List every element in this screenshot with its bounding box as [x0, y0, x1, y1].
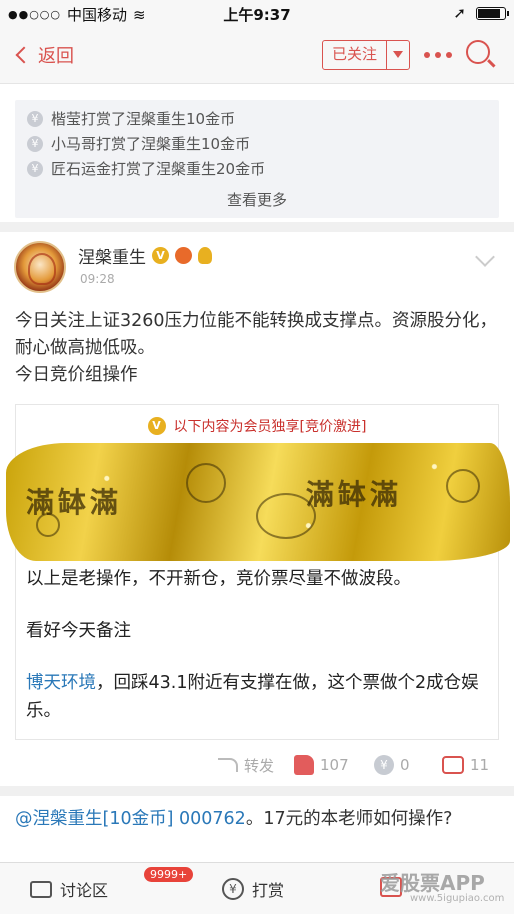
scrolled-action-row: ▔▔▔ ▔▔▔ ▔▔ ▔▔▔ [240, 84, 468, 92]
banner-decoration: 滿缽滿 [306, 478, 403, 511]
chat-icon [30, 880, 52, 898]
list-item: ¥ 匠石运金打赏了涅槃重生20金币 [27, 156, 499, 181]
back-label: 返回 [38, 46, 74, 67]
vip-text: 看好今天备注 [26, 621, 131, 641]
count-badge: 9999+ [144, 867, 194, 882]
more-icon [424, 52, 430, 58]
rewards-list: ¥ 楷莹打赏了涅槃重生10金币 ¥ 小马哥打赏了涅槃重生10金币 ¥ 匠石运金打… [15, 100, 499, 218]
vip-content-card: V 以下内容为会员独享[竞价激进] 滿缽滿 滿缽滿 以上是老操作，不开新仓，竞价… [6, 404, 510, 740]
share-icon [218, 758, 238, 772]
more-options-button[interactable] [424, 52, 452, 58]
chevron-left-icon [15, 46, 33, 64]
rank-badge-icon [175, 247, 192, 264]
tab-reward[interactable]: ¥ 打赏 [222, 877, 284, 901]
watermark: 爱股票APP [380, 871, 485, 895]
tab-discussion[interactable]: 讨论区 9999+ [30, 867, 194, 901]
bottom-tab-bar: 讨论区 9999+ ¥ 打赏 爱股票APP www.5igupiao.com [0, 862, 514, 914]
medal-badge-icon [198, 247, 212, 264]
vip-notice: V 以下内容为会员独享[竞价激进] [16, 405, 498, 447]
comment-text: 。17元的本老师如何操作? [245, 809, 453, 829]
author-row: 涅槃重生 V [78, 243, 212, 268]
reward-text: 小马哥打赏了涅槃重生10金币 [51, 135, 251, 153]
post-text: 今日关注上证3260压力位能不能转换成支撑点。资源股分化，耐心做高抛低吸。 [15, 311, 498, 358]
coin-icon: ¥ [27, 135, 43, 152]
vip-text: 以上是老操作，不开新仓，竞价票尽量不做波段。 [26, 569, 411, 589]
list-item: ¥ 小马哥打赏了涅槃重生10金币 [27, 131, 499, 156]
avatar[interactable] [14, 241, 66, 293]
list-item: ¥ 楷莹打赏了涅槃重生10金币 [27, 106, 499, 131]
share-label: 转发 [244, 756, 275, 775]
post-time: 09:28 [80, 272, 115, 286]
battery-icon [476, 6, 509, 20]
back-button[interactable]: 返回 [14, 42, 74, 68]
gold-banner-image: 滿缽滿 滿缽滿 [6, 443, 510, 561]
reward-text: 楷莹打赏了涅槃重生10金币 [51, 110, 236, 128]
comment-item: @涅槃重生[10金币] 000762。17元的本老师如何操作? [15, 805, 505, 833]
coin-icon: ¥ [27, 110, 43, 127]
coin-count: 0 [400, 756, 410, 774]
coin-icon: ¥ [27, 160, 43, 177]
nav-bar: 返回 已关注 [0, 26, 514, 84]
post-text: 今日竞价组操作 [15, 365, 138, 385]
comment-icon [442, 756, 464, 774]
watermark-url: www.5igupiao.com [410, 893, 505, 904]
tab-label: 讨论区 [60, 881, 109, 900]
reward-text: 匠石运金打赏了涅槃重生20金币 [51, 160, 266, 178]
tab-label: 打赏 [252, 881, 285, 900]
like-count: 107 [320, 756, 349, 774]
reward-button[interactable]: ¥ 0 [374, 750, 410, 780]
stock-link[interactable]: 000762 [179, 809, 246, 829]
comment-button[interactable]: 11 [442, 750, 489, 780]
verified-badge-icon: V [152, 247, 169, 264]
coin-icon: ¥ [222, 878, 244, 900]
status-bar: ●●○○○ 中国移动 ≋ 上午9:37 ➚ [0, 0, 514, 26]
stock-link[interactable]: 博天环境 [26, 673, 96, 693]
follow-button[interactable]: 已关注 [322, 40, 410, 70]
banner-decoration: 滿缽滿 [26, 486, 123, 519]
see-more-link[interactable]: 查看更多 [15, 189, 499, 210]
author-name[interactable]: 涅槃重生 [78, 243, 146, 268]
vip-icon: V [147, 417, 166, 435]
post-body: 今日关注上证3260压力位能不能转换成支撑点。资源股分化，耐心做高抛低吸。 今日… [15, 308, 505, 389]
share-button[interactable]: 转发 [218, 750, 274, 780]
follow-label: 已关注 [323, 41, 387, 69]
search-icon[interactable] [466, 40, 490, 64]
divider [0, 222, 514, 232]
vip-notice-text: 以下内容为会员独享[竞价激进] [173, 419, 367, 435]
coin-icon: ¥ [374, 755, 394, 775]
vip-text: 博天环境，回踩43.1附近有支撑在做，这个票做个2成仓娱乐。 [26, 673, 479, 721]
location-icon: ➚ [453, 4, 466, 22]
thumbs-up-icon [294, 755, 314, 775]
comment-count: 11 [470, 756, 490, 774]
dropdown-arrow-icon[interactable] [387, 41, 409, 69]
clock: 上午9:37 [223, 6, 291, 24]
like-button[interactable]: 107 [294, 750, 349, 780]
chevron-down-icon[interactable] [475, 247, 495, 267]
divider [0, 786, 514, 796]
mention-link[interactable]: @涅槃重生[10金币] [15, 809, 173, 829]
